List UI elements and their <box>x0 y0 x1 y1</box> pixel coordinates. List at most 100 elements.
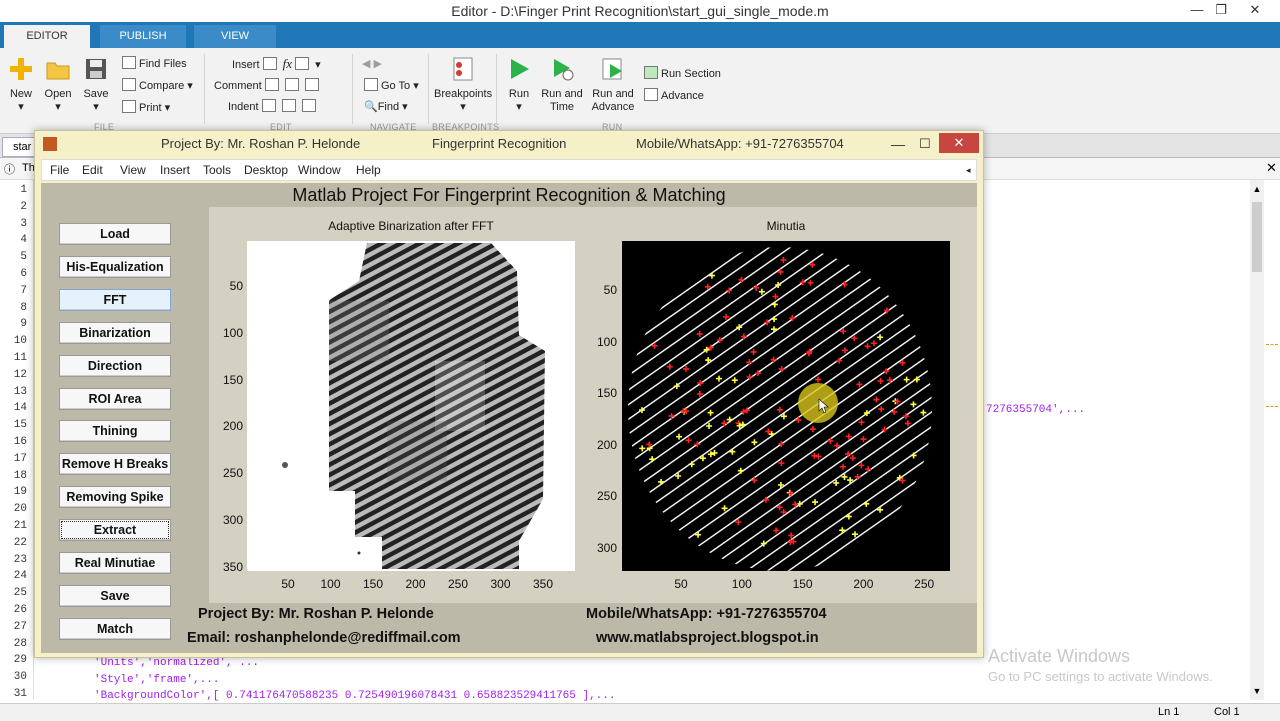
ribbon-tab-bar: EDITOR PUBLISH VIEW ▤▣✂⧉▥↶↷⇄?▾ <box>0 22 1280 65</box>
maximize-button[interactable]: ❐ <box>1206 0 1236 22</box>
scroll-up-arrow[interactable]: ▲ <box>1252 184 1262 194</box>
run-button[interactable]: Run ▾ <box>504 56 534 114</box>
find-files-button[interactable]: Find Files <box>122 56 187 71</box>
dropdown-arrow-icon: ▾ <box>460 101 466 113</box>
button-load[interactable]: Load <box>59 223 171 245</box>
button-his-equalization[interactable]: His-Equalization <box>59 255 171 278</box>
close-button[interactable]: ✕ <box>1240 0 1270 22</box>
button-save[interactable]: Save <box>59 584 171 607</box>
line-number: 7 <box>20 284 27 297</box>
open-label: Open <box>44 88 72 100</box>
menu-desktop[interactable]: Desktop <box>244 163 288 177</box>
y-tick-label: 100 <box>222 325 243 340</box>
info-text: Th <box>22 162 35 174</box>
button-roi-area[interactable]: ROI Area <box>59 387 171 410</box>
compare-button[interactable]: Compare ▾ <box>122 78 193 93</box>
find-button[interactable]: 🔍Find ▾ <box>364 100 408 114</box>
y-tick-label: 200 <box>222 419 243 434</box>
editor-scrollbar[interactable]: ▲ ▼ <box>1250 180 1264 700</box>
menubar-arrow-icon[interactable]: ◂ <box>966 165 971 176</box>
open-button[interactable]: Open ▾ <box>42 56 74 114</box>
figure-titlebar: Project By: Mr. Roshan P. Helonde Finger… <box>35 131 983 157</box>
goto-button[interactable]: Go To ▾ <box>364 78 419 93</box>
button-binarization[interactable]: Binarization <box>59 321 171 344</box>
line-number: 14 <box>13 402 27 415</box>
editor-tab[interactable]: star <box>2 137 36 157</box>
minutia-fingerprint-image <box>622 241 950 571</box>
line-number: 29 <box>13 654 27 667</box>
line-number: 30 <box>13 671 27 684</box>
code-line-30: 'Style','frame',... <box>94 674 220 686</box>
run-and-time-button[interactable]: Run and Time <box>540 56 584 114</box>
figure-close-button[interactable]: ✕ <box>939 133 979 153</box>
menu-tools[interactable]: Tools <box>203 163 231 177</box>
close-info-icon[interactable]: ✕ <box>1266 160 1277 176</box>
figure-maximize-button[interactable]: ☐ <box>919 131 931 157</box>
tab-editor[interactable]: EDITOR <box>4 25 90 48</box>
figure-minimize-button[interactable]: — <box>891 131 905 157</box>
insert-button[interactable]: Insert fx ▾ <box>232 57 321 72</box>
button-removing-spike[interactable]: Removing Spike <box>59 486 171 509</box>
back-forward-icons[interactable]: ◀ ▶ <box>362 57 382 71</box>
breakpoints-button[interactable]: Breakpoints ▾ <box>434 56 492 114</box>
button-match[interactable]: Match <box>59 617 171 640</box>
x-tick-label: 50 <box>281 577 295 591</box>
scroll-down-arrow[interactable]: ▼ <box>1252 686 1262 696</box>
line-number-gutter: 1 2 3 4 5 6 7 8 9 10 11 12 13 14 15 16 17 18 19 20 21 22 23 24 2… <box>0 180 34 700</box>
button-fft[interactable]: FFT <box>59 288 171 311</box>
figure-title-left: Project By: Mr. Roshan P. Helonde <box>161 136 361 151</box>
run-section-button[interactable]: Run Section <box>644 66 721 81</box>
insert-function-icon <box>295 57 310 70</box>
run-label: Run <box>508 88 530 100</box>
menu-window[interactable]: Window <box>298 163 341 177</box>
y-tick-label: 350 <box>222 559 243 574</box>
fx-icon[interactable]: fx <box>283 56 292 71</box>
button-direction[interactable]: Direction <box>59 354 171 377</box>
plus-icon <box>10 58 32 80</box>
button-real-minutiae[interactable]: Real Minutiae <box>59 552 171 574</box>
right-axes-title: Minutia <box>766 219 806 233</box>
indent-button[interactable]: Indent <box>228 99 319 114</box>
separator <box>428 54 429 124</box>
line-number: 25 <box>13 587 27 600</box>
run-and-advance-button[interactable]: Run and Advance <box>588 56 638 114</box>
column-indicator: Col 1 <box>1214 706 1240 718</box>
comment-button[interactable]: Comment <box>214 78 322 93</box>
x-tick-label: 100 <box>320 577 341 591</box>
advance-button[interactable]: Advance <box>644 88 704 103</box>
new-button[interactable]: New ▾ <box>6 56 36 114</box>
print-button[interactable]: Print ▾ <box>122 100 170 115</box>
dropdown-arrow-icon: ▾ <box>516 101 522 113</box>
scroll-thumb[interactable] <box>1252 202 1262 272</box>
y-tick-label: 100 <box>596 334 617 349</box>
line-number: 15 <box>13 419 27 432</box>
footer-website: www.matlabsproject.blogspot.in <box>596 630 819 646</box>
menu-help[interactable]: Help <box>356 163 381 177</box>
save-button[interactable]: Save ▾ <box>80 56 112 114</box>
y-tick-label: 250 <box>222 466 243 481</box>
button-thining[interactable]: Thining <box>59 420 171 443</box>
x-tick-label: 150 <box>362 577 384 591</box>
run-section-icon <box>644 66 658 79</box>
axes-area: Adaptive Binarization after FFT 501001 <box>209 207 977 603</box>
menu-insert[interactable]: Insert <box>160 163 190 177</box>
new-label: New <box>9 88 32 100</box>
dropdown-arrow-icon: ▾ <box>93 101 99 113</box>
change-marker <box>1266 406 1278 407</box>
goto-icon <box>364 78 378 91</box>
line-indicator: Ln 1 <box>1158 706 1180 718</box>
menu-edit[interactable]: Edit <box>82 163 103 177</box>
comment-icon <box>264 78 279 91</box>
menu-view[interactable]: View <box>120 163 146 177</box>
line-number: 12 <box>13 368 27 381</box>
menu-file[interactable]: File <box>50 163 69 177</box>
button-extract[interactable]: Extract <box>59 519 171 542</box>
tab-view[interactable]: VIEW <box>194 25 276 48</box>
line-number: 13 <box>13 385 27 398</box>
button-remove-h-breaks[interactable]: Remove H Breaks <box>59 453 171 476</box>
x-tick-label: 100 <box>731 577 752 591</box>
x-tick-label: 250 <box>447 577 469 591</box>
line-number: 18 <box>13 469 27 482</box>
compare-icon <box>122 78 136 91</box>
tab-publish[interactable]: PUBLISH <box>100 25 186 48</box>
